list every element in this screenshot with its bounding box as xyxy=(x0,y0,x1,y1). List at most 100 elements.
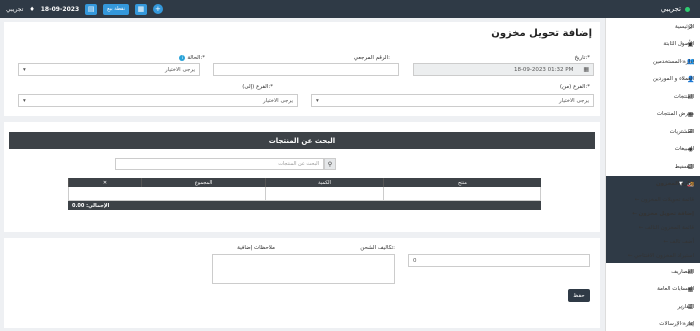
sidebar-subitem-label: ← إضافة تحويل مخزون xyxy=(632,211,694,217)
column-header-quantity: الكمية xyxy=(265,178,383,187)
sidebar-subitem-import-opening-stock[interactable]: ← استيراد المخزون الافتتاحي xyxy=(606,249,700,263)
products-panel: البحث عن المنتجات البحث عن المنتجات ⚲ من… xyxy=(4,122,600,232)
sidebar-item-sales[interactable]: ◉ المبيعات ‹ xyxy=(606,141,700,159)
page-title: إضافة تحويل مخزون xyxy=(491,28,592,39)
from-branch-value: يرجى الاختيار xyxy=(558,97,589,104)
save-button[interactable]: حفظ xyxy=(568,289,590,302)
sidebar-subitem-add-damaged[interactable]: ← أضف تالف xyxy=(606,235,700,249)
add-icon[interactable]: + xyxy=(152,4,163,14)
calculator-icon[interactable]: ▦ xyxy=(134,3,147,15)
calendar-icon: ▦ xyxy=(583,66,589,73)
date-label: تاريخ:* xyxy=(574,55,590,61)
save-label: حفظ xyxy=(573,292,585,299)
sidebar-item-label: الأصول الثابتة xyxy=(663,41,694,48)
sidebar-item-general-accounts[interactable]: ▦ الحسابات العامة ‹ xyxy=(606,281,700,299)
table-body-row xyxy=(68,187,541,201)
online-status-dot xyxy=(685,6,690,12)
table-cell xyxy=(265,187,383,200)
extras-panel: تكاليف الشحن: 0 ملاحظات إضافية حفظ xyxy=(4,238,600,328)
chevron-down-icon: ▾ xyxy=(316,97,319,104)
sidebar: ◎ الرئيسية ▣ الأصول الثابتة ‹ 👥 إدارة المستخ… xyxy=(605,18,700,331)
sidebar-subitem-transfers-list[interactable]: ← قائمة تحويلات المخزون xyxy=(606,193,700,207)
shipping-field[interactable]: 0 xyxy=(408,254,590,267)
sidebar-item-installments[interactable]: ▨ التقسيط ‹ xyxy=(606,158,700,176)
topbar-left: تجريبي ♦ 18-09-2023 ▤ نقطة بيع ▦ + xyxy=(6,0,163,18)
sidebar-subitem-add-transfer[interactable]: ← إضافة تحويل مخزون xyxy=(606,207,700,221)
topbar-right: تجريبي xyxy=(661,0,690,18)
sidebar-item-label: معرض المنتجات xyxy=(656,111,694,118)
sidebar-item-label: المصاريف xyxy=(671,268,694,275)
status-label: الحالة:* xyxy=(187,55,205,61)
sidebar-item-label: الحسابات العامة xyxy=(657,286,694,293)
to-branch-value: يرجى الاختيار xyxy=(262,97,293,104)
grand-total: الإجمالي: 0.00 xyxy=(72,202,110,209)
status-value: يرجى الاختيار xyxy=(164,66,195,73)
chevron-down-icon: ▾ xyxy=(23,66,26,73)
current-date: 18-09-2023 xyxy=(40,5,80,13)
pos-label: نقطة بيع xyxy=(107,6,125,12)
sidebar-item-expenses[interactable]: ▤ المصاريف ‹ xyxy=(606,263,700,281)
column-header-total: المجموع xyxy=(141,178,265,187)
sidebar-item-label: المنتجات xyxy=(673,93,694,100)
table-header-row: منتج الكمية المجموع ✕ xyxy=(68,178,541,187)
date-field[interactable]: 18-09-2023 01:32 PM ▦ xyxy=(413,63,594,76)
sidebar-item-label: المبيعات xyxy=(674,146,694,153)
sidebar-item-products[interactable]: ▤ المنتجات ‹ xyxy=(606,88,700,106)
reference-label: الرقم المرجعي: xyxy=(353,55,390,61)
sidebar-item-label: المشتريات xyxy=(669,128,694,135)
sidebar-item-contacts[interactable]: 👤 العملاء و الموردين ‹ xyxy=(606,71,700,89)
sidebar-item-purchases[interactable]: ⊞ المشتريات ‹ xyxy=(606,123,700,141)
pos-button[interactable]: نقطة بيع xyxy=(103,3,129,15)
shipping-value: 0 xyxy=(413,257,417,264)
notes-textarea[interactable] xyxy=(212,254,395,284)
sidebar-subitem-damaged-list[interactable]: ← قائمة المخزون التالف xyxy=(606,221,700,235)
user-name[interactable]: تجريبي xyxy=(661,5,681,13)
sidebar-item-label: التقارير xyxy=(677,303,694,310)
chevron-down-icon: ▾ xyxy=(23,97,26,104)
sidebar-item-messages[interactable]: ✉ إدارة الإرسالات ‹ xyxy=(606,316,700,331)
sidebar-item-product-gallery[interactable]: ▦ معرض المنتجات ‹ xyxy=(606,106,700,124)
to-branch-select[interactable]: ▾ يرجى الاختيار xyxy=(18,94,298,107)
pos-screen-icon[interactable]: ▤ xyxy=(85,3,98,15)
main-content: إضافة تحويل مخزون تاريخ:* 18-09-2023 01:… xyxy=(0,18,605,331)
sidebar-item-fixed-assets[interactable]: ▣ الأصول الثابتة ‹ xyxy=(606,36,700,54)
from-branch-select[interactable]: ▾ يرجى الاختيار xyxy=(311,94,594,107)
sidebar-item-reports[interactable]: ▥ التقارير ‹ xyxy=(606,298,700,316)
product-search-input[interactable]: البحث عن المنتجات xyxy=(115,158,324,170)
table-cell xyxy=(69,187,265,200)
sidebar-item-stock-management[interactable]: 🚚 إدارة المخزون ▼ xyxy=(606,175,700,193)
sidebar-item-label: إدارة المستخدمين xyxy=(653,58,694,65)
sidebar-item-label: إدارة الإرسالات xyxy=(659,321,694,328)
sidebar-submenu: ← قائمة تحويلات المخزون ← إضافة تحويل مخ… xyxy=(606,193,700,263)
sidebar-item-label: إدارة المخزون xyxy=(655,181,694,188)
from-branch-label: الفرع (من):* xyxy=(559,84,590,90)
user-menu[interactable]: تجريبي xyxy=(6,6,23,13)
sidebar-item-label: العملاء و الموردين xyxy=(652,76,694,83)
sidebar-item-label: التقسيط xyxy=(674,163,694,170)
sidebar-subitem-label: ← قائمة المخزون التالف xyxy=(638,225,694,231)
top-bar: تجريبي تجريبي ♦ 18-09-2023 ▤ نقطة بيع ▦ … xyxy=(0,0,700,18)
bell-icon[interactable]: ♦ xyxy=(29,6,34,13)
to-branch-label: الفرع (إلى):* xyxy=(242,84,273,90)
status-select[interactable]: ▾ يرجى الاختيار xyxy=(18,63,200,76)
status-label-wrap: i الحالة:* xyxy=(179,55,205,61)
sidebar-subitem-label: ← قائمة تحويلات المخزون xyxy=(634,197,694,203)
transfer-form-panel: إضافة تحويل مخزون تاريخ:* 18-09-2023 01:… xyxy=(4,22,600,116)
search-icon[interactable]: ⚲ xyxy=(324,158,336,170)
shipping-label: تكاليف الشحن: xyxy=(360,245,395,251)
sidebar-subitem-label: ← أضف تالف xyxy=(663,239,694,245)
sidebar-item-label: الرئيسية xyxy=(675,23,694,30)
sidebar-item-home[interactable]: ◎ الرئيسية xyxy=(606,18,700,36)
remove-all-icon[interactable]: ✕ xyxy=(68,178,141,187)
table-footer-total: الإجمالي: 0.00 xyxy=(68,201,541,210)
table-cell xyxy=(382,187,540,200)
products-table: منتج الكمية المجموع ✕ xyxy=(68,178,541,201)
date-value: 18-09-2023 01:32 PM xyxy=(513,66,574,73)
column-header-product: منتج xyxy=(383,178,541,187)
sidebar-item-users[interactable]: 👥 إدارة المستخدمين ‹ xyxy=(606,53,700,71)
products-search-header: البحث عن المنتجات xyxy=(9,132,595,149)
info-icon[interactable]: i xyxy=(179,55,186,61)
notes-label: ملاحظات إضافية xyxy=(237,245,275,251)
sidebar-subitem-label: ← استيراد المخزون الافتتاحي xyxy=(627,253,694,259)
reference-field[interactable] xyxy=(213,63,399,76)
